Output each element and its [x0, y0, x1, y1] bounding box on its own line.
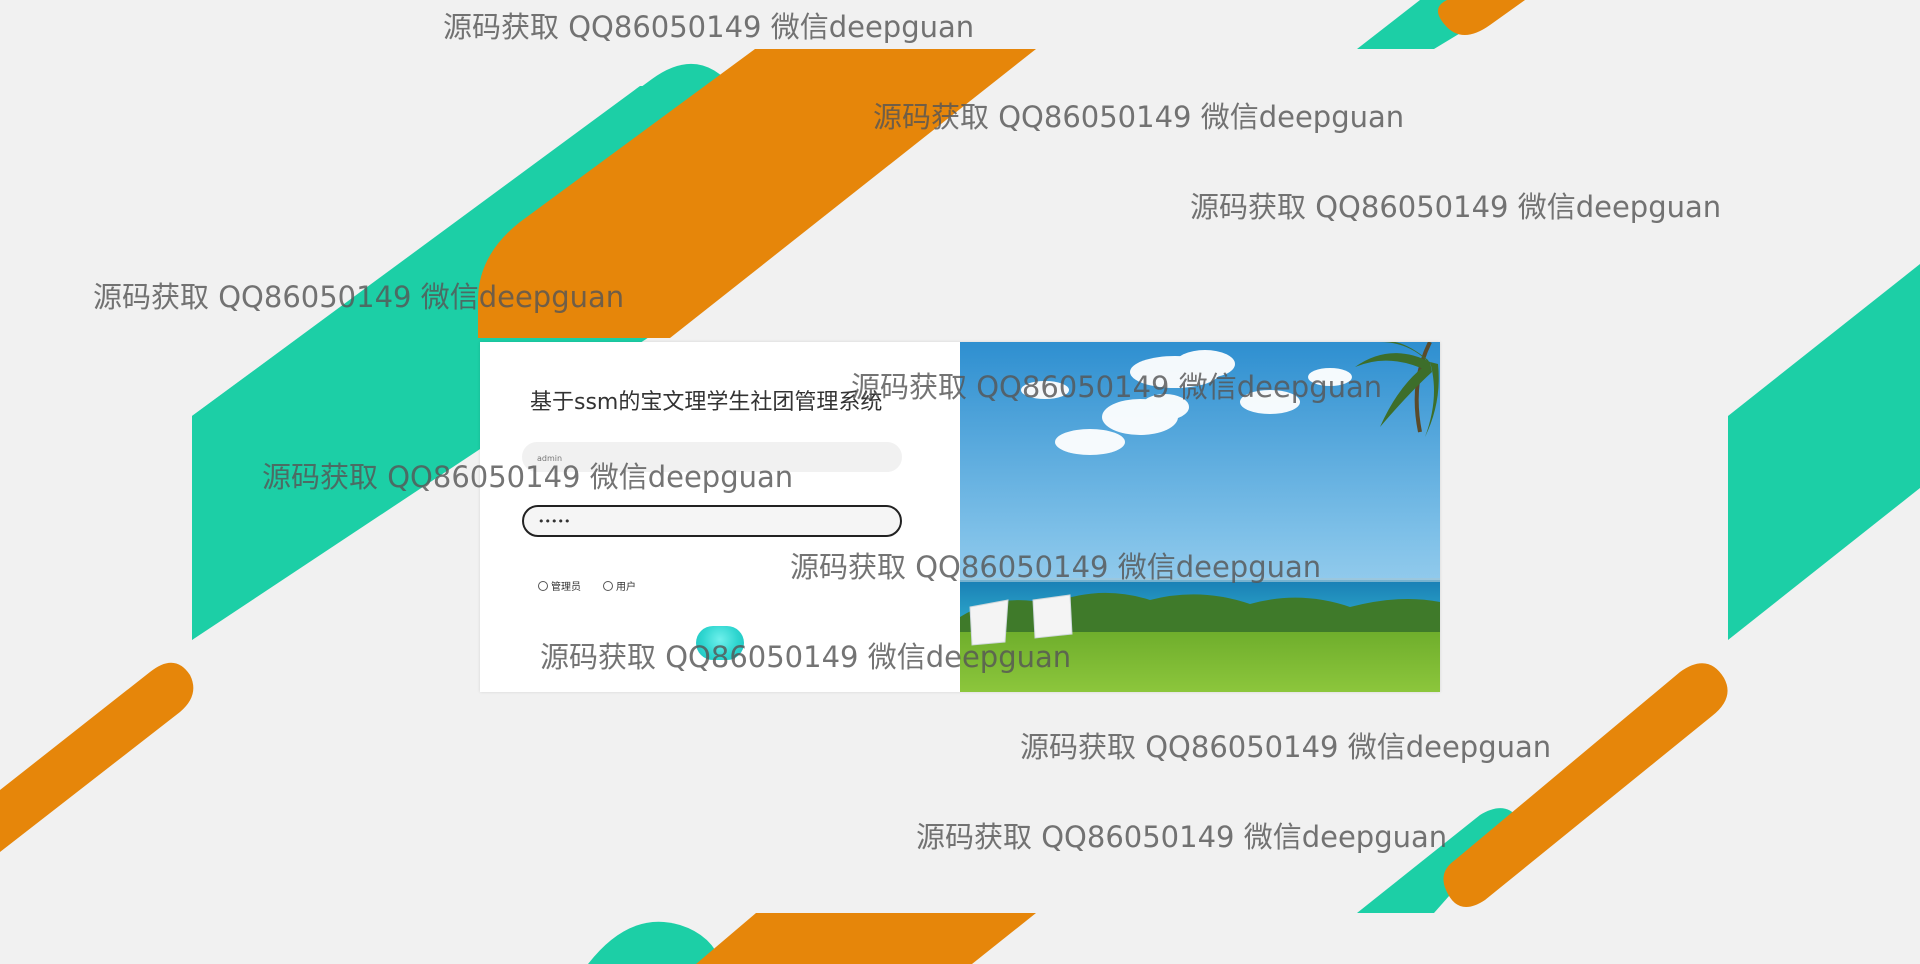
- password-input[interactable]: [538, 507, 878, 535]
- beach-scene-image: [960, 342, 1440, 692]
- role-label-user: 用户: [616, 582, 636, 593]
- username-field-wrapper[interactable]: [522, 442, 902, 472]
- login-card: 基于ssm的宝文理学生社团管理系统 管理员 用户: [480, 342, 1440, 692]
- role-option-user[interactable]: 用户: [603, 578, 636, 593]
- orange-right-pill: [1443, 663, 1728, 908]
- role-option-admin[interactable]: 管理员: [538, 578, 581, 593]
- teal-right-band: [1728, 264, 1920, 640]
- orange-left-pill: [0, 662, 194, 852]
- orange-corner-pill: [1437, 0, 1525, 35]
- login-form: 基于ssm的宝文理学生社团管理系统 管理员 用户: [480, 342, 960, 692]
- orange-bottom-band: [696, 913, 1036, 964]
- radio-icon[interactable]: [538, 580, 548, 591]
- login-button[interactable]: [696, 626, 744, 660]
- password-field-wrapper[interactable]: [522, 505, 902, 537]
- role-selector: 管理员 用户: [538, 578, 636, 593]
- orange-diagonal-band: [478, 49, 1036, 338]
- system-title: 基于ssm的宝文理学生社团管理系统: [530, 390, 883, 415]
- username-input[interactable]: [537, 449, 877, 467]
- radio-icon[interactable]: [603, 580, 613, 591]
- role-label-admin: 管理员: [551, 582, 581, 593]
- teal-bottom-shape: [588, 921, 722, 964]
